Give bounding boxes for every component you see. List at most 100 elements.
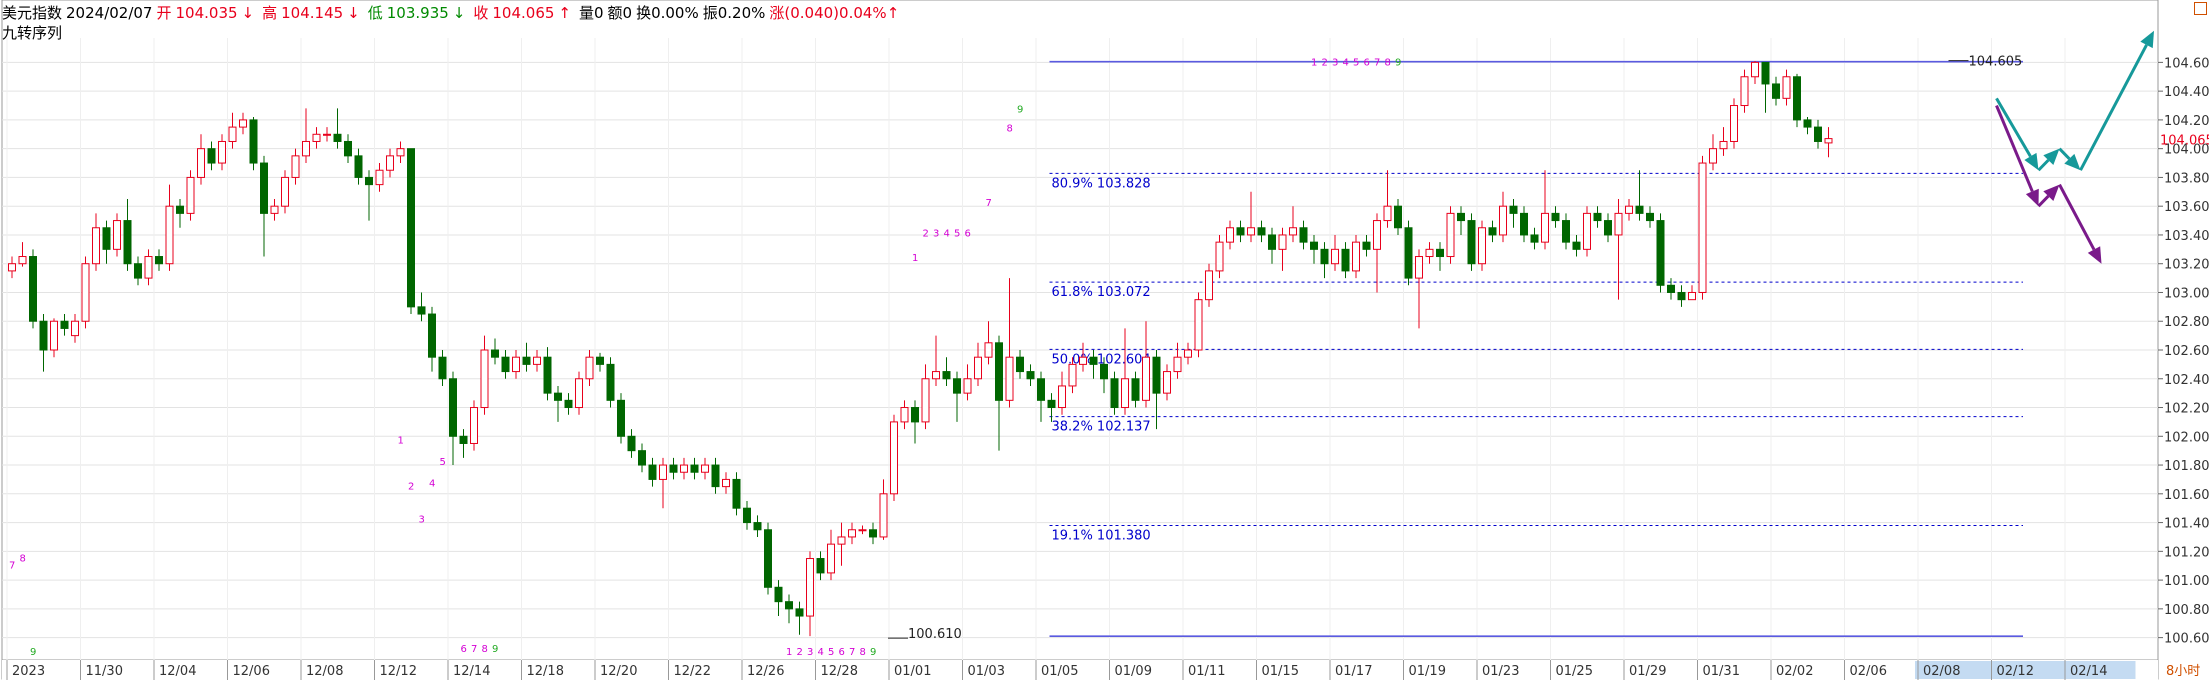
candle-body — [659, 464, 667, 480]
x-tick-label: 12/26 — [747, 664, 784, 679]
td-sequence-digit: 5 — [828, 647, 834, 658]
candle-body — [911, 407, 919, 423]
candle-body — [1394, 205, 1402, 229]
candle-body — [1415, 256, 1423, 279]
x-tick-label: 01/09 — [1115, 664, 1152, 679]
candle-body — [995, 342, 1003, 401]
candle-body — [1016, 356, 1024, 373]
td-sequence-digit: 8 — [860, 647, 866, 658]
restore-icon[interactable] — [2194, 2, 2207, 15]
x-tick-label: 01/29 — [1629, 664, 1666, 679]
candles — [8, 60, 1833, 637]
y-tick-label: 103.600 — [2164, 200, 2209, 215]
fib-level-label: 80.9% 103.828 — [1052, 176, 1151, 191]
td-sequence-digit: 8 — [1007, 123, 1013, 134]
price-annotation: 100.610 — [908, 627, 962, 642]
candle-body — [638, 450, 646, 466]
candle-body — [1562, 220, 1570, 243]
x-tick-label: 01/17 — [1335, 664, 1372, 679]
candle-body — [501, 356, 510, 373]
candle-body — [1593, 212, 1602, 222]
change-value: 涨(0.040)0.04%↑ — [769, 4, 900, 22]
candle-body — [186, 176, 195, 214]
candle-body — [1688, 291, 1696, 301]
td-sequence-digit: 7 — [1374, 57, 1380, 68]
candle-body — [942, 371, 951, 380]
projection-segment — [2037, 195, 2050, 208]
td-sequence-digit: 7 — [471, 644, 477, 655]
td-sequence-digit: 5 — [440, 457, 446, 468]
candle-body — [1341, 248, 1350, 272]
candle-body — [60, 320, 69, 329]
candle-body — [743, 507, 751, 524]
candle-body — [722, 478, 730, 488]
candle-body — [1058, 385, 1066, 409]
candle-body — [1751, 61, 1759, 78]
candle-body — [1467, 220, 1476, 265]
candle-body — [1478, 227, 1486, 265]
candle-body — [1310, 241, 1318, 250]
x-tick-label: 02/08 — [1923, 664, 1960, 679]
candle-body — [1194, 299, 1203, 351]
candle-body — [1814, 126, 1822, 142]
candle-body — [344, 140, 352, 157]
candle-body — [480, 349, 489, 409]
x-tick-label: 12/18 — [527, 664, 564, 679]
candle-body — [102, 227, 111, 250]
candle-body — [596, 356, 604, 365]
td-sequence-digit: 4 — [944, 228, 950, 239]
y-tick-label: 102.600 — [2164, 344, 2209, 359]
candle-body — [81, 263, 90, 322]
y-tick-label: 103.400 — [2164, 229, 2209, 244]
candle-body — [522, 356, 531, 365]
candle-body — [1541, 212, 1549, 243]
candle-body — [1635, 205, 1644, 214]
y-tick-label: 102.800 — [2164, 315, 2209, 330]
candle-body — [1824, 138, 1833, 144]
td-sequence-digit: 8 — [20, 553, 26, 564]
candle-body — [260, 162, 268, 214]
x-tick-label: 12/28 — [821, 664, 858, 679]
candle-body — [617, 399, 625, 437]
candle-body — [144, 256, 153, 279]
candle-body — [71, 320, 79, 337]
td-sequence-digit: 7 — [9, 561, 15, 572]
candle-body — [1625, 205, 1633, 214]
candle-body — [1772, 83, 1780, 99]
td-sequence-digit: 7 — [849, 647, 855, 658]
x-tick-label: 12/12 — [380, 664, 417, 679]
candle-body — [1520, 212, 1528, 236]
candle-body — [239, 119, 247, 128]
td-sequence: 978123456 7 8 9 1 2 3 4 5 6 7 8 912 3 4 5 67891 2 3 4 5 6 7 8 9 — [9, 57, 1401, 658]
candle-body — [123, 220, 132, 265]
candle-body — [1614, 212, 1623, 236]
td-sequence-digit: 3 — [419, 515, 425, 526]
x-tick-label: 02/12 — [1997, 664, 2034, 679]
candle-body — [1362, 241, 1371, 250]
candle-body — [1646, 212, 1654, 222]
candlestick-chart: 104.600104.400104.200104.000103.800103.6… — [0, 0, 2209, 680]
candle-body — [1740, 76, 1749, 107]
candle-body — [134, 263, 142, 279]
td-sequence-digit: 4 — [429, 479, 435, 490]
price-annotation: 104.605 — [1969, 55, 2023, 70]
candle-body — [774, 586, 783, 603]
candle-body — [1236, 227, 1245, 236]
candle-body — [533, 356, 541, 365]
td-sequence-digit: 8 — [482, 644, 488, 655]
candle-body — [1005, 356, 1014, 401]
chart-canvas: 104.600104.400104.200104.000103.800103.6… — [1, 0, 2209, 680]
timeframe-label: 8小时 — [2166, 664, 2200, 679]
projection-segment — [2037, 159, 2050, 172]
candle-body — [18, 256, 27, 265]
y-tick-label: 100.800 — [2164, 603, 2209, 618]
candle-body — [407, 148, 415, 308]
candle-body — [1436, 248, 1444, 258]
candle-body — [323, 133, 331, 136]
candle-body — [459, 435, 468, 444]
td-sequence-digit: 6 — [965, 228, 971, 239]
candle-body — [575, 378, 583, 409]
fib-level-label: 61.8% 103.072 — [1052, 285, 1151, 300]
candle-body — [890, 421, 898, 495]
candle-body — [417, 306, 426, 315]
